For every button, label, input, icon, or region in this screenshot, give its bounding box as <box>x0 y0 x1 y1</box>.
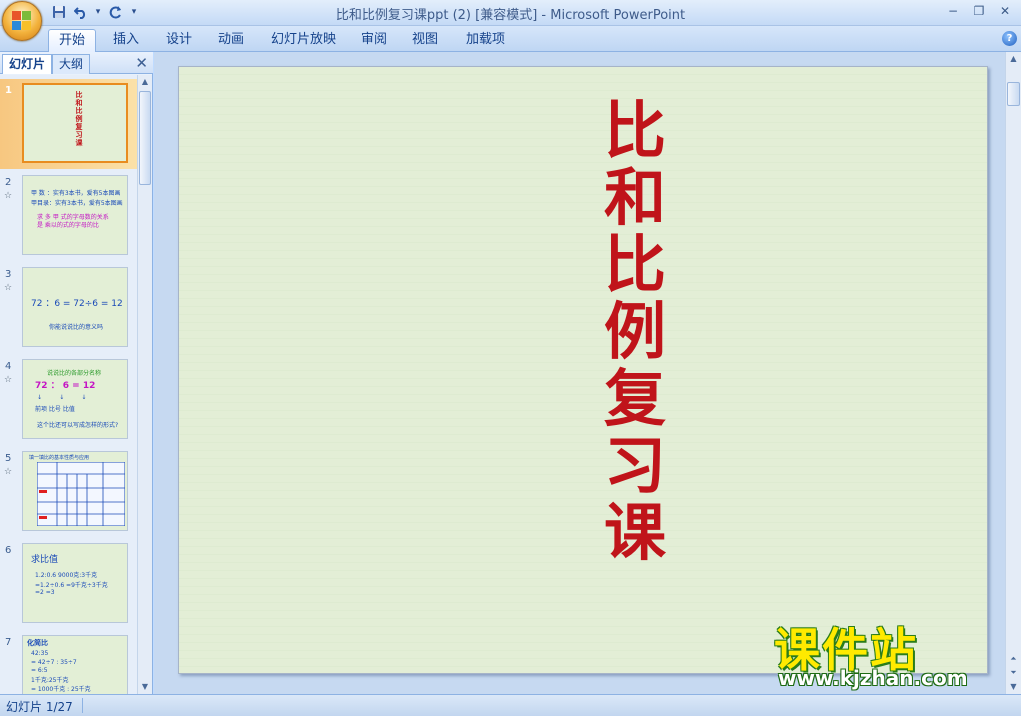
thumb-char: 习 <box>75 131 83 139</box>
scroll-down-icon[interactable]: ▼ <box>138 680 152 694</box>
thumbnails-scrollbar[interactable]: ▲ ▼ <box>137 75 152 694</box>
slides-pane: 幻灯片 大纲 ✕ 1 比 和 比 例 复 习 课 2 ☆ 甲 数 ：实有3本书，… <box>0 52 153 694</box>
slide-editor: 比和比例复习课 ▲ ⏶ ⏷ ▼ <box>154 52 1021 694</box>
thumb-text: 1.2:0.6 9000克:3千克 <box>35 572 98 579</box>
status-bar: 幻灯片 1/27 <box>0 694 1021 716</box>
slide-thumb-preview: 化简比 42:35 = 42÷7 : 35÷7 = 6:5 1千克:25千克 =… <box>22 635 128 694</box>
thumb-table-graphic <box>37 462 125 526</box>
slide-number: 2 <box>5 177 12 188</box>
scroll-up-icon[interactable]: ▲ <box>1006 52 1021 66</box>
thumb-char: 比 <box>75 107 83 115</box>
thumb-char: 课 <box>75 139 83 147</box>
slide-thumb-preview: 甲 数 ：实有3本书，爱有5本图画 甲目录：实有3本书，爱有5本图画 求 多 甲… <box>22 175 128 255</box>
animation-star-icon: ☆ <box>4 191 13 201</box>
thumb-text: = 1000千克 : 25千克 <box>31 686 91 693</box>
slide-thumbnails: 1 比 和 比 例 复 习 课 2 ☆ 甲 数 ：实有3本书，爱有5本图画 甲目… <box>0 75 137 694</box>
next-slide-icon[interactable]: ⏷ <box>1006 666 1021 680</box>
thumb-text: 求比值 <box>31 555 59 565</box>
ribbon-tabs: 开始 插入 设计 动画 幻灯片放映 审阅 视图 加载项 ? <box>0 26 1021 52</box>
scroll-thumb[interactable] <box>1007 82 1020 106</box>
tab-addins[interactable]: 加载项 <box>456 29 515 52</box>
tab-animations[interactable]: 动画 <box>208 29 254 52</box>
watermark-logo: 课件站 www.kjzhan.com <box>766 614 1006 694</box>
slide-thumb-7[interactable]: 7 化简比 42:35 = 42÷7 : 35÷7 = 6:5 1千克:25千克… <box>0 631 137 694</box>
thumb-text: =1.2÷0.6 =9千克÷3千克 <box>35 582 108 589</box>
slide-number: 4 <box>5 361 12 372</box>
tab-insert[interactable]: 插入 <box>103 29 149 52</box>
close-button[interactable]: ✕ <box>993 2 1017 20</box>
thumb-text: 说说比的各部分名称 <box>47 370 102 377</box>
slide-title[interactable]: 比和比例复习课 <box>595 97 675 566</box>
window-controls: − ❐ ✕ <box>941 2 1017 20</box>
office-button[interactable] <box>2 1 42 41</box>
tab-slideshow[interactable]: 幻灯片放映 <box>261 29 346 52</box>
tab-home[interactable]: 开始 <box>48 29 97 52</box>
slide-thumb-2[interactable]: 2 ☆ 甲 数 ：实有3本书，爱有5本图画 甲目录：实有3本书，爱有5本图画 求… <box>0 171 137 261</box>
slide-number: 1 <box>5 85 12 96</box>
thumb-text: 是 乘以的式的字母的比 <box>37 222 99 229</box>
watermark-url: www.kjzhan.com <box>778 666 968 690</box>
previous-slide-icon[interactable]: ⏶ <box>1006 652 1021 666</box>
current-slide[interactable]: 比和比例复习课 <box>178 66 988 674</box>
thumb-text: 甲 数 ：实有3本书，爱有5本图画 <box>31 190 121 197</box>
thumb-char: 比 <box>75 91 83 99</box>
thumb-char: 和 <box>75 99 83 107</box>
thumb-title: 比 和 比 例 复 习 课 <box>74 91 84 147</box>
thumb-text: 化简比 <box>27 639 48 647</box>
editor-scrollbar[interactable]: ▲ ⏶ ⏷ ▼ <box>1005 52 1021 694</box>
slide-thumb-preview: 比 和 比 例 复 习 课 <box>22 83 128 163</box>
thumb-char: 复 <box>75 123 83 131</box>
help-icon[interactable]: ? <box>1002 31 1017 46</box>
tab-outline[interactable]: 大纲 <box>52 54 91 74</box>
office-logo-icon <box>12 11 32 31</box>
tab-design[interactable]: 设计 <box>156 29 202 52</box>
thumb-text: = 6:5 <box>31 667 48 674</box>
slide-number: 6 <box>5 545 12 556</box>
tab-view[interactable]: 视图 <box>402 29 448 52</box>
pane-tabs: 幻灯片 大纲 ✕ <box>0 52 153 74</box>
slide-thumb-5[interactable]: 5 ☆ 填一填比的基本性质与应用 <box>0 447 137 537</box>
thumb-char: 例 <box>75 115 83 123</box>
window-title: 比和比例复习课ppt (2) [兼容模式] - Microsoft PowerP… <box>335 8 686 23</box>
thumb-text: 这个比还可以写成怎样的形式? <box>37 422 119 429</box>
thumb-text: 甲目录：实有3本书，爱有5本图画 <box>31 200 123 207</box>
animation-star-icon: ☆ <box>4 283 13 293</box>
tab-review[interactable]: 审阅 <box>351 29 397 52</box>
pane-close-icon[interactable]: ✕ <box>135 54 148 72</box>
title-bar: ▾ ▾ 比和比例复习课ppt (2) [兼容模式] - Microsoft Po… <box>0 0 1021 41</box>
arrow-icons: ↓ ↓ ↓ <box>37 394 87 401</box>
thumb-text: 42:35 <box>31 650 49 657</box>
thumb-text: =2 =3 <box>35 589 55 596</box>
minimize-button[interactable]: − <box>941 2 965 20</box>
slide-thumb-4[interactable]: 4 ☆ 说说比的各部分名称 72 ： 6 = 12 ↓ ↓ ↓ 前项 比号 比值… <box>0 355 137 445</box>
tab-slides[interactable]: 幻灯片 <box>2 54 53 74</box>
thumb-text: 前项 比号 比值 <box>35 406 75 413</box>
thumb-text: 你能说说比的意义吗 <box>49 324 104 331</box>
slide-thumb-preview: 填一填比的基本性质与应用 <box>22 451 128 531</box>
slide-thumb-preview: 72 ：6 = 72÷6 = 12 你能说说比的意义吗 <box>22 267 128 347</box>
slide-thumb-3[interactable]: 3 ☆ 72 ：6 = 72÷6 = 12 你能说说比的意义吗 <box>0 263 137 353</box>
scroll-down-icon[interactable]: ▼ <box>1006 680 1021 694</box>
slide-thumb-1[interactable]: 1 比 和 比 例 复 习 课 <box>0 79 137 169</box>
slide-number: 5 <box>5 453 12 464</box>
animation-star-icon: ☆ <box>4 467 13 477</box>
thumb-text: 1千克:25千克 <box>31 677 69 684</box>
thumb-text: = 42÷7 : 35÷7 <box>31 659 77 666</box>
slide-number: 3 <box>5 269 12 280</box>
slide-indicator: 幻灯片 1/27 <box>6 700 73 714</box>
scroll-up-icon[interactable]: ▲ <box>138 75 152 89</box>
slide-thumb-preview: 求比值 1.2:0.6 9000克:3千克 =1.2÷0.6 =9千克÷3千克 … <box>22 543 128 623</box>
thumb-text: 72 ： 6 = 12 <box>35 381 96 391</box>
slide-thumb-preview: 说说比的各部分名称 72 ： 6 = 12 ↓ ↓ ↓ 前项 比号 比值 这个比… <box>22 359 128 439</box>
scroll-thumb[interactable] <box>139 91 151 185</box>
thumb-text: 72 ：6 = 72÷6 = 12 <box>31 299 123 309</box>
restore-button[interactable]: ❐ <box>967 2 991 20</box>
thumb-text: 填一填比的基本性质与应用 <box>29 455 90 461</box>
status-divider <box>82 698 83 713</box>
slide-number: 7 <box>5 637 12 648</box>
animation-star-icon: ☆ <box>4 375 13 385</box>
slide-thumb-6[interactable]: 6 求比值 1.2:0.6 9000克:3千克 =1.2÷0.6 =9千克÷3千… <box>0 539 137 629</box>
